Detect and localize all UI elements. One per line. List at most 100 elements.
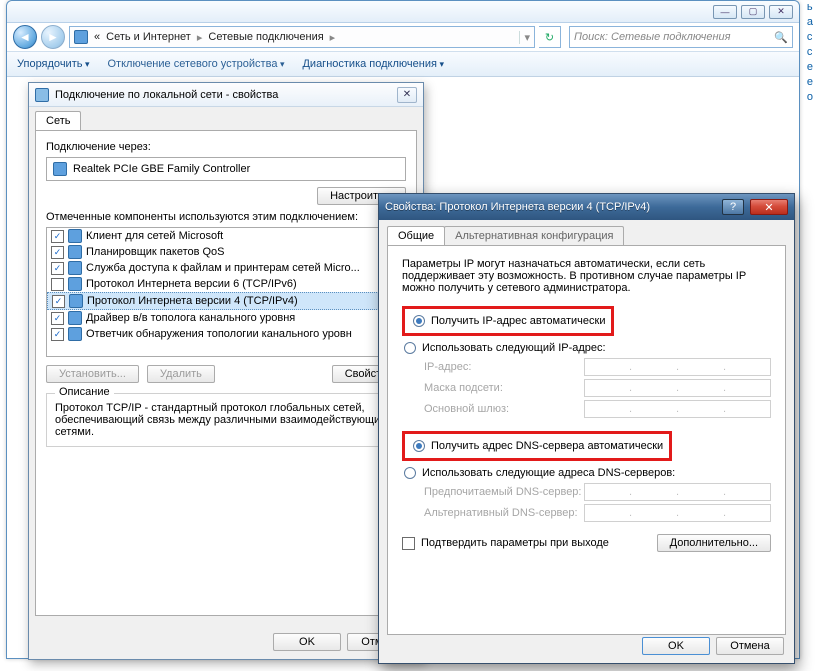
radio-label: Использовать следующие адреса DNS-сервер…: [422, 467, 675, 479]
advanced-button[interactable]: Дополнительно...: [657, 534, 771, 552]
connect-via-label: Подключение через:: [46, 141, 406, 153]
checkbox[interactable]: [51, 312, 64, 325]
description-text: Протокол TCP/IP - стандартный протокол г…: [55, 402, 397, 438]
install-button[interactable]: Установить...: [46, 365, 139, 383]
close-button[interactable]: ✕: [397, 87, 417, 103]
organize-menu[interactable]: Упорядочить: [17, 58, 90, 70]
component-icon: [68, 311, 82, 325]
forward-button[interactable]: ►: [41, 25, 65, 49]
nic-icon: [53, 162, 67, 176]
address-bar[interactable]: « Сеть и Интернет ▸ Сетевые подключения …: [69, 26, 535, 48]
breadcrumb-segment[interactable]: Сеть и Интернет: [106, 31, 191, 43]
checkbox[interactable]: [51, 328, 64, 341]
network-adapter-icon: [35, 88, 49, 102]
dialog-titlebar: Свойства: Протокол Интернета версии 4 (T…: [379, 194, 794, 220]
component-label: Служба доступа к файлам и принтерам сете…: [86, 262, 360, 274]
background-text-fragment: ь а c c е е о: [807, 0, 813, 105]
ip-address-field: ...: [584, 358, 771, 376]
components-list[interactable]: Клиент для сетей Microsoft Планировщик па…: [46, 227, 406, 357]
gateway-field: ...: [584, 400, 771, 418]
adapter-name: Realtek PCIe GBE Family Controller: [73, 163, 250, 175]
tab-general[interactable]: Общие: [387, 226, 445, 245]
checkbox[interactable]: [51, 278, 64, 291]
search-input[interactable]: Поиск: Сетевые подключения 🔍: [569, 26, 793, 48]
radio-dns-auto[interactable]: Получить адрес DNS-сервера автоматически: [413, 440, 663, 452]
list-item[interactable]: Протокол Интернета версии 6 (TCP/IPv6): [47, 276, 405, 292]
dns-alt-label: Альтернативный DNS-сервер:: [424, 507, 584, 519]
dns-pref-field: ...: [584, 483, 771, 501]
list-item[interactable]: Протокол Интернета версии 4 (TCP/IPv4): [47, 292, 405, 310]
maximize-button[interactable]: ▢: [741, 5, 765, 19]
list-item[interactable]: Служба доступа к файлам и принтерам сете…: [47, 260, 405, 276]
dialog-titlebar: Подключение по локальной сети - свойства…: [29, 83, 423, 107]
help-button[interactable]: ?: [722, 199, 744, 215]
breadcrumb-segment[interactable]: Сетевые подключения: [208, 31, 323, 43]
dns-alt-field: ...: [584, 504, 771, 522]
tab-alt-config[interactable]: Альтернативная конфигурация: [444, 226, 624, 245]
dialog-title: Свойства: Протокол Интернета версии 4 (T…: [385, 201, 716, 213]
remove-button[interactable]: Удалить: [147, 365, 215, 383]
chevron-right-icon[interactable]: ▸: [330, 31, 336, 44]
component-icon: [68, 245, 82, 259]
network-icon: [74, 30, 88, 44]
component-label: Протокол Интернета версии 4 (TCP/IPv4): [87, 295, 298, 307]
subnet-mask-label: Маска подсети:: [424, 382, 584, 394]
minimize-button[interactable]: —: [713, 5, 737, 19]
component-label: Клиент для сетей Microsoft: [86, 230, 223, 242]
ip-address-label: IP-адрес:: [424, 361, 584, 373]
chevron-right-icon[interactable]: ▸: [197, 31, 203, 44]
disable-device-button[interactable]: Отключение сетевого устройства: [108, 58, 285, 70]
intro-text: Параметры IP могут назначаться автоматич…: [402, 258, 771, 294]
ok-button[interactable]: OK: [273, 633, 341, 651]
close-button[interactable]: ✕: [750, 199, 788, 215]
description-label: Описание: [55, 386, 114, 398]
dns-pref-label: Предпочитаемый DNS-сервер:: [424, 486, 584, 498]
tab-strip: Сеть: [29, 107, 423, 130]
diagnose-button[interactable]: Диагностика подключения: [302, 58, 444, 70]
component-label: Ответчик обнаружения топологии канальног…: [86, 328, 352, 340]
command-bar: Упорядочить Отключение сетевого устройст…: [7, 51, 799, 77]
radio-ip-manual[interactable]: Использовать следующий IP-адрес:: [404, 342, 771, 354]
tab-network[interactable]: Сеть: [35, 111, 81, 130]
component-label: Протокол Интернета версии 6 (TCP/IPv6): [86, 278, 297, 290]
highlight-ip-auto: Получить IP-адрес автоматически: [402, 306, 614, 336]
search-placeholder: Поиск: Сетевые подключения: [574, 31, 731, 43]
tab-panel: Параметры IP могут назначаться автоматич…: [387, 245, 786, 635]
confirm-on-exit-checkbox[interactable]: [402, 537, 415, 550]
ipv4-properties-dialog: Свойства: Протокол Интернета версии 4 (T…: [378, 193, 795, 664]
checkbox[interactable]: [51, 246, 64, 259]
component-icon: [68, 327, 82, 341]
back-button[interactable]: ◄: [13, 25, 37, 49]
description-group: Описание Протокол TCP/IP - стандартный п…: [46, 393, 406, 447]
radio-dns-manual[interactable]: Использовать следующие адреса DNS-сервер…: [404, 467, 771, 479]
list-item[interactable]: Ответчик обнаружения топологии канальног…: [47, 326, 405, 342]
checkbox[interactable]: [51, 262, 64, 275]
nav-row: ◄ ► « Сеть и Интернет ▸ Сетевые подключе…: [7, 23, 799, 51]
chevron-down-icon[interactable]: ▾: [519, 31, 530, 44]
list-item[interactable]: Драйвер в/в тополога канального уровня: [47, 310, 405, 326]
radio-label: Получить адрес DNS-сервера автоматически: [431, 440, 663, 452]
cancel-button[interactable]: Отмена: [716, 637, 784, 655]
component-icon: [69, 294, 83, 308]
confirm-on-exit-label: Подтвердить параметры при выходе: [421, 537, 609, 549]
component-label: Планировщик пакетов QoS: [86, 246, 225, 258]
refresh-button[interactable]: ↻: [539, 26, 561, 48]
component-icon: [68, 277, 82, 291]
explorer-titlebar: — ▢ ✕: [7, 1, 799, 23]
component-icon: [68, 229, 82, 243]
subnet-mask-field: ...: [584, 379, 771, 397]
tab-strip: Общие Альтернативная конфигурация: [379, 220, 794, 245]
component-icon: [68, 261, 82, 275]
checkbox[interactable]: [52, 295, 65, 308]
lan-properties-dialog: Подключение по локальной сети - свойства…: [28, 82, 424, 660]
list-item[interactable]: Клиент для сетей Microsoft: [47, 228, 405, 244]
ok-button[interactable]: OK: [642, 637, 710, 655]
highlight-dns-auto: Получить адрес DNS-сервера автоматически: [402, 431, 672, 461]
gateway-label: Основной шлюз:: [424, 403, 584, 415]
components-label: Отмеченные компоненты используются этим …: [46, 211, 406, 223]
checkbox[interactable]: [51, 230, 64, 243]
list-item[interactable]: Планировщик пакетов QoS: [47, 244, 405, 260]
close-button[interactable]: ✕: [769, 5, 793, 19]
radio-ip-auto[interactable]: Получить IP-адрес автоматически: [413, 315, 605, 327]
dialog-title: Подключение по локальной сети - свойства: [55, 89, 391, 101]
